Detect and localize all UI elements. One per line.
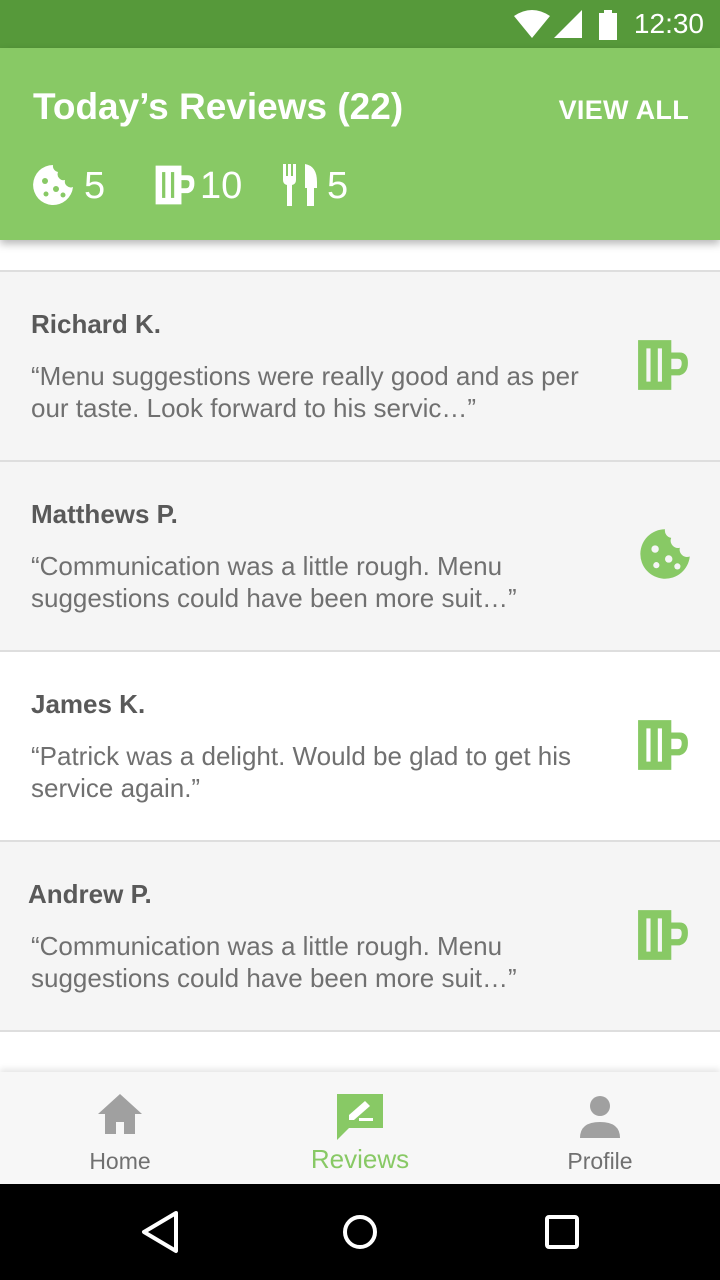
nav-label-profile: Profile bbox=[567, 1148, 633, 1174]
review-text: “Patrick was a delight. Would be glad to… bbox=[31, 741, 572, 803]
nav-label-home: Home bbox=[89, 1148, 151, 1174]
nav-item-home[interactable]: Home bbox=[0, 1072, 240, 1184]
view-all-button[interactable]: VIEW ALL bbox=[559, 94, 689, 126]
review-item[interactable]: Andrew P. “Communication was a little ro… bbox=[0, 840, 720, 1032]
beer-mug-icon bbox=[638, 910, 688, 960]
review-text: “Communication was a little rough. Menu … bbox=[31, 931, 517, 993]
cutlery-icon bbox=[283, 164, 317, 206]
battery-icon bbox=[599, 10, 617, 40]
nav-item-profile[interactable]: Profile bbox=[480, 1072, 720, 1184]
recents-icon[interactable] bbox=[544, 1210, 580, 1254]
review-item[interactable]: Richard K. “Menu suggestions were really… bbox=[0, 270, 720, 460]
wifi-icon bbox=[514, 10, 550, 38]
nav-label-reviews: Reviews bbox=[310, 1144, 410, 1174]
home-icon bbox=[98, 1094, 142, 1134]
person-icon bbox=[580, 1096, 620, 1138]
review-item[interactable]: Matthews P. “Communication was a little … bbox=[0, 460, 720, 650]
beer-mug-icon bbox=[638, 720, 688, 770]
stat-beer: 10 bbox=[153, 164, 253, 206]
beer-mug-icon bbox=[638, 340, 688, 390]
reviewer-name: Richard K. bbox=[31, 309, 162, 339]
stat-cutlery: 5 bbox=[281, 164, 361, 206]
review-item[interactable]: James K. “Patrick was a delight. Would b… bbox=[0, 650, 720, 840]
status-bar: 12:30 bbox=[0, 0, 720, 48]
app-header: Today’s Reviews (22) VIEW ALL 5 10 5 bbox=[0, 48, 720, 240]
beer-mug-icon bbox=[155, 165, 195, 205]
review-text: “Communication was a little rough. Menu … bbox=[31, 551, 517, 613]
signal-icon bbox=[554, 10, 582, 38]
review-list: Richard K. “Menu suggestions were really… bbox=[0, 240, 720, 1072]
cookie-icon bbox=[33, 165, 73, 205]
reviewer-name: Andrew P. bbox=[28, 879, 152, 909]
status-time: 12:30 bbox=[633, 8, 704, 39]
stat-cookie-value: 5 bbox=[84, 165, 106, 207]
bottom-nav: Home Reviews Profile bbox=[0, 1072, 720, 1184]
review-text: “Menu suggestions were really good and a… bbox=[31, 361, 579, 423]
stat-cutlery-value: 5 bbox=[327, 165, 349, 207]
page-title: Today’s Reviews (22) bbox=[33, 86, 404, 127]
reviewer-name: Matthews P. bbox=[31, 499, 178, 529]
nav-item-reviews[interactable]: Reviews bbox=[240, 1072, 480, 1184]
stat-cookie: 5 bbox=[32, 164, 112, 206]
back-icon[interactable] bbox=[140, 1210, 180, 1254]
stat-beer-value: 10 bbox=[200, 165, 243, 207]
system-nav-bar bbox=[0, 1184, 720, 1280]
home-circle-icon[interactable] bbox=[342, 1210, 378, 1254]
reviewer-name: James K. bbox=[31, 689, 146, 719]
cookie-icon bbox=[640, 529, 690, 579]
rate-review-icon bbox=[337, 1094, 383, 1140]
